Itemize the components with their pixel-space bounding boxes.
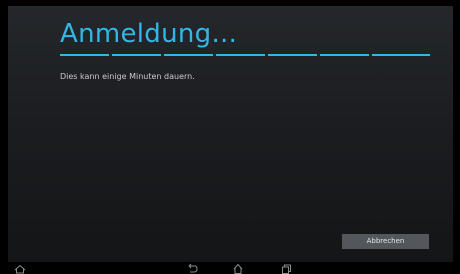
system-navigation-bar: [0, 262, 460, 274]
menu-icon[interactable]: [14, 263, 26, 274]
title-divider: [60, 54, 430, 56]
cancel-button[interactable]: Abbrechen: [342, 234, 429, 249]
page-title: Anmeldung...: [60, 19, 238, 49]
home-icon[interactable]: [232, 263, 244, 274]
setup-screen: Anmeldung... Dies kann einige Minuten da…: [8, 6, 453, 262]
back-icon[interactable]: [186, 263, 198, 274]
recent-apps-icon[interactable]: [280, 263, 292, 274]
status-message: Dies kann einige Minuten dauern.: [60, 72, 195, 81]
